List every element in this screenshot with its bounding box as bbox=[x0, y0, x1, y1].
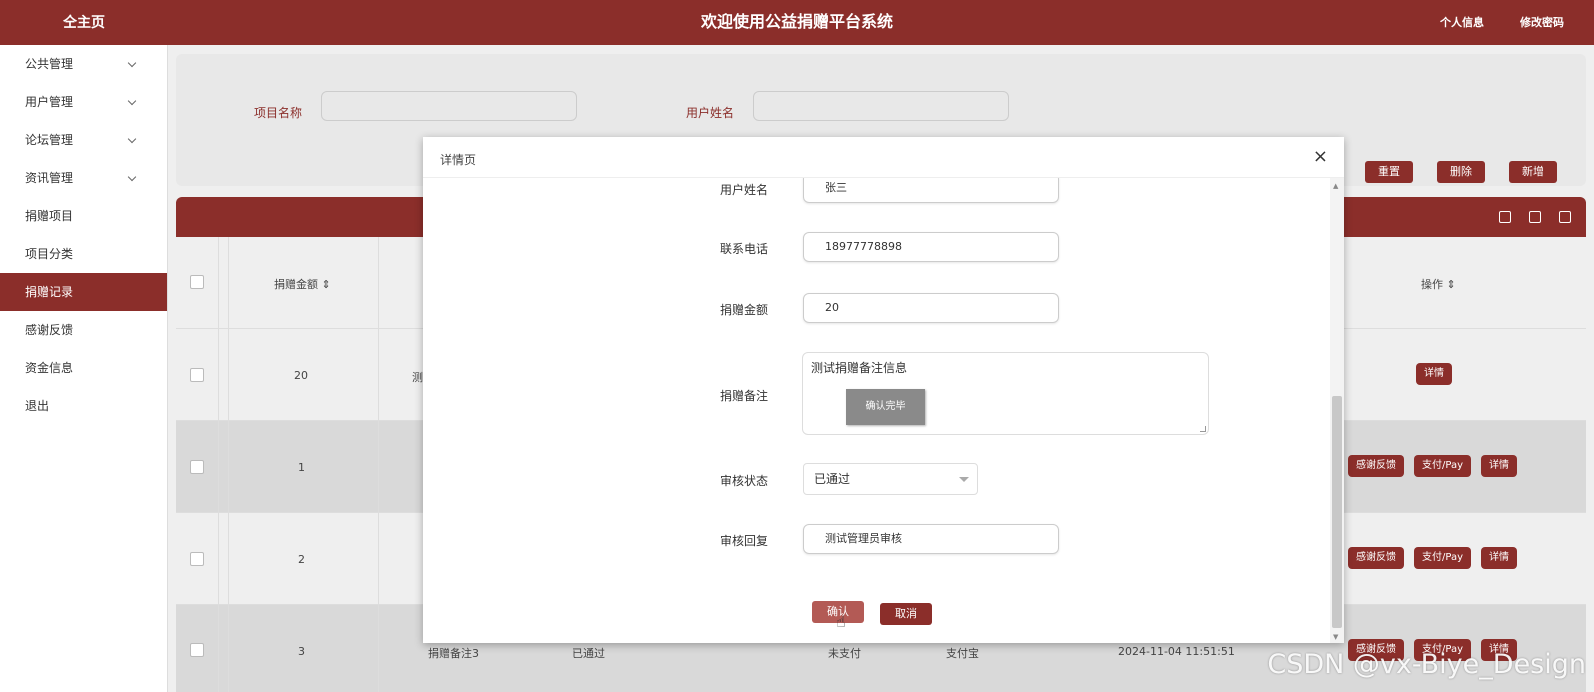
remark-cell: 测 bbox=[412, 371, 423, 384]
reset-button[interactable]: 重置 bbox=[1365, 161, 1413, 183]
phone-field[interactable]: 18977778898 bbox=[803, 232, 1059, 262]
status-field-label: 审核状态 bbox=[719, 474, 768, 488]
pay-method-cell: 支付宝 bbox=[946, 647, 979, 660]
sidebar-item-logout[interactable]: 退出 bbox=[0, 387, 167, 425]
reply-field[interactable]: 测试管理员审核 bbox=[803, 524, 1059, 554]
status-select[interactable]: 已通过 bbox=[803, 463, 978, 495]
amount-cell: 1 bbox=[298, 461, 305, 474]
chevron-down-icon bbox=[127, 172, 137, 182]
top-bar: 仝主页 欢迎使用公益捐赠平台系统 个人信息 修改密码 bbox=[0, 0, 1594, 45]
sidebar-item-feedback[interactable]: 感谢反馈 bbox=[0, 311, 167, 349]
close-icon[interactable]: × bbox=[1313, 146, 1328, 167]
sidebar-item-news[interactable]: 资讯管理 bbox=[0, 159, 167, 197]
delete-button[interactable]: 删除 bbox=[1437, 161, 1485, 183]
watermark: CSDN @vx-Biye_Design bbox=[1267, 649, 1586, 680]
add-button[interactable]: 新增 bbox=[1509, 161, 1557, 183]
export-icon[interactable] bbox=[1559, 211, 1571, 223]
column-divider bbox=[378, 237, 379, 692]
username-label: 用户姓名 bbox=[686, 106, 735, 120]
dialog-body: 用户姓名 张三 联系电话 18977778898 捐赠金额 20 捐赠备注 测试… bbox=[423, 178, 1330, 643]
select-all-checkbox[interactable] bbox=[190, 275, 204, 289]
status-cell: 已通过 bbox=[572, 647, 605, 660]
sidebar-item-users[interactable]: 用户管理 bbox=[0, 83, 167, 121]
username-input[interactable] bbox=[753, 91, 1009, 121]
scrollbar-thumb[interactable] bbox=[1332, 396, 1342, 628]
column-divider bbox=[228, 237, 229, 692]
row-checkbox[interactable] bbox=[190, 643, 204, 657]
cancel-button[interactable]: 取消 bbox=[880, 603, 932, 625]
sort-icon: ⇕ bbox=[321, 278, 331, 291]
caret-down-icon bbox=[959, 477, 969, 482]
project-name-label: 项目名称 bbox=[254, 106, 303, 120]
row-checkbox[interactable] bbox=[190, 552, 204, 566]
chevron-down-icon bbox=[127, 58, 137, 68]
time-cell: 2024-11-04 11:51:51 bbox=[1118, 645, 1235, 658]
row-checkbox[interactable] bbox=[190, 460, 204, 474]
resize-handle-icon[interactable] bbox=[1200, 426, 1206, 432]
username-field-label: 用户姓名 bbox=[719, 183, 768, 197]
status-select-value: 已通过 bbox=[814, 472, 851, 486]
scroll-down-icon[interactable]: ▼ bbox=[1333, 633, 1338, 641]
row-checkbox[interactable] bbox=[190, 368, 204, 382]
sidebar-item-label: 论坛管理 bbox=[25, 133, 74, 147]
pay-button[interactable]: 支付/Pay bbox=[1414, 547, 1471, 569]
scroll-up-icon[interactable]: ▲ bbox=[1333, 182, 1338, 190]
amount-cell: 3 bbox=[298, 645, 305, 658]
print-icon[interactable] bbox=[1529, 211, 1541, 223]
column-divider bbox=[218, 237, 219, 692]
amount-field[interactable]: 20 bbox=[803, 293, 1059, 323]
remark-field-label: 捐赠备注 bbox=[719, 389, 768, 403]
project-name-input[interactable] bbox=[321, 91, 577, 121]
actions-column-header: 操作 ⇕ bbox=[1421, 278, 1456, 291]
detail-button[interactable]: 详情 bbox=[1416, 363, 1452, 385]
sidebar-item-projects[interactable]: 捐赠项目 bbox=[0, 197, 167, 235]
dialog-title: 详情页 bbox=[440, 153, 477, 167]
pay-status-cell: 未支付 bbox=[828, 647, 861, 660]
feedback-button[interactable]: 感谢反馈 bbox=[1348, 547, 1404, 569]
confirm-complete-button[interactable]: 确认完毕 bbox=[846, 389, 925, 425]
sidebar-item-label: 资金信息 bbox=[25, 361, 74, 375]
app-title: 欢迎使用公益捐赠平台系统 bbox=[700, 12, 893, 31]
dialog-header: 详情页 × bbox=[423, 137, 1344, 178]
sort-icon: ⇕ bbox=[1446, 278, 1456, 291]
amount-column-header[interactable]: 捐赠金额 ⇕ bbox=[274, 276, 331, 292]
sidebar-item-label: 公共管理 bbox=[25, 57, 74, 71]
phone-field-label: 联系电话 bbox=[719, 242, 768, 256]
feedback-button[interactable]: 感谢反馈 bbox=[1348, 455, 1404, 477]
sidebar-item-label: 退出 bbox=[25, 399, 50, 413]
sidebar-item-funds[interactable]: 资金信息 bbox=[0, 349, 167, 387]
detail-button[interactable]: 详情 bbox=[1481, 547, 1517, 569]
sidebar: 公共管理 用户管理 论坛管理 资讯管理 捐赠项目 项目分类 捐赠记录 感谢反馈 … bbox=[0, 45, 168, 692]
username-field[interactable]: 张三 bbox=[803, 178, 1059, 203]
sidebar-item-records[interactable]: 捐赠记录 bbox=[0, 273, 167, 311]
sidebar-item-public[interactable]: 公共管理 bbox=[0, 45, 167, 83]
detail-dialog: 详情页 × 用户姓名 张三 联系电话 18977778898 捐赠金额 20 捐… bbox=[423, 137, 1344, 643]
sidebar-item-label: 项目分类 bbox=[25, 247, 74, 261]
amount-field-label: 捐赠金额 bbox=[719, 303, 768, 317]
profile-link[interactable]: 个人信息 bbox=[1440, 14, 1484, 30]
amount-cell: 20 bbox=[294, 369, 308, 382]
sidebar-item-label: 感谢反馈 bbox=[25, 323, 74, 337]
dialog-scrollbar[interactable]: ▲ ▼ bbox=[1330, 178, 1344, 643]
remark-cell: 捐赠备注3 bbox=[428, 647, 479, 660]
hand-cursor-icon: ☝ bbox=[836, 612, 846, 631]
chevron-down-icon bbox=[127, 134, 137, 144]
chevron-down-icon bbox=[127, 96, 137, 106]
sidebar-item-label: 捐赠项目 bbox=[25, 209, 74, 223]
calculator-icon[interactable] bbox=[1499, 211, 1511, 223]
amount-cell: 2 bbox=[298, 553, 305, 566]
detail-button[interactable]: 详情 bbox=[1481, 455, 1517, 477]
remark-text: 测试捐赠备注信息 bbox=[811, 361, 908, 375]
sidebar-item-label: 捐赠记录 bbox=[25, 285, 74, 299]
sidebar-item-categories[interactable]: 项目分类 bbox=[0, 235, 167, 273]
sidebar-item-label: 资讯管理 bbox=[25, 171, 74, 185]
remark-field[interactable]: 测试捐赠备注信息 确认完毕 bbox=[802, 352, 1209, 435]
sidebar-item-label: 用户管理 bbox=[25, 95, 74, 109]
change-password-link[interactable]: 修改密码 bbox=[1520, 14, 1564, 30]
pay-button[interactable]: 支付/Pay bbox=[1414, 455, 1471, 477]
reply-field-label: 审核回复 bbox=[719, 534, 768, 548]
sidebar-item-forum[interactable]: 论坛管理 bbox=[0, 121, 167, 159]
